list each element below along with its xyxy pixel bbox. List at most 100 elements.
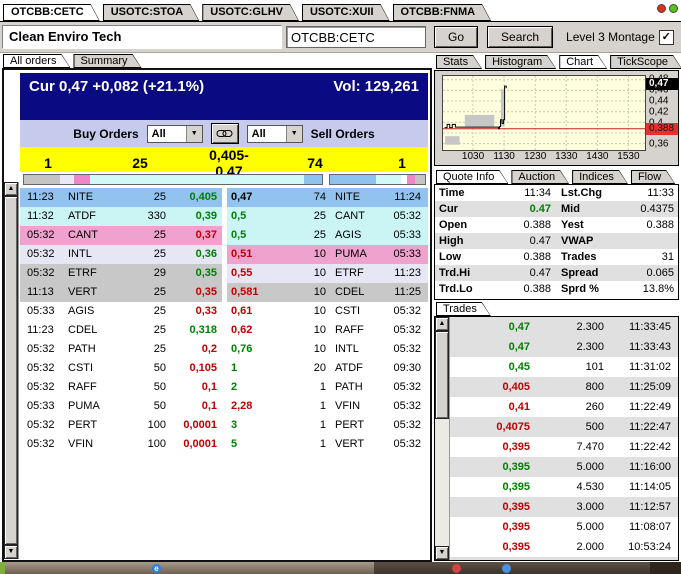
ask-cell[interactable]: 0,76 10 INTL 05:32 bbox=[227, 340, 428, 359]
symbol-input[interactable] bbox=[286, 26, 426, 48]
trade-time: 11:08:07 bbox=[628, 521, 671, 533]
chat-app-icon[interactable] bbox=[502, 564, 511, 573]
scroll-up-icon[interactable]: ▲ bbox=[435, 317, 449, 331]
y-axis-tick: 0,42 bbox=[649, 106, 669, 118]
order-book-row[interactable]: 11:13 VERT 25 0,35 0,581 10 CDEL 11:25 bbox=[20, 283, 428, 302]
order-book-row[interactable]: 05:32 VFIN 100 0,0001 5 1 VERT 05:32 bbox=[20, 435, 428, 454]
trades-tab[interactable]: Trades bbox=[436, 302, 491, 316]
order-book-row[interactable]: 05:32 CANT 25 0,37 0,5 25 AGIS 05:33 bbox=[20, 226, 428, 245]
analysis-tab[interactable]: TickScope bbox=[610, 55, 681, 69]
bid-cell[interactable]: 05:33 PUMA 50 0,1 bbox=[20, 397, 222, 416]
symbol-tab[interactable]: USOTC:STOA bbox=[103, 4, 200, 21]
orders-view-tab[interactable]: Summary bbox=[73, 54, 141, 68]
scroll-down-icon[interactable]: ▼ bbox=[4, 545, 18, 559]
ask-cell[interactable]: 0,51 10 PUMA 05:33 bbox=[227, 245, 428, 264]
bid-cell[interactable]: 05:32 VFIN 100 0,0001 bbox=[20, 435, 222, 454]
bid-cell[interactable]: 05:32 PERT 100 0,0001 bbox=[20, 416, 222, 435]
quote-tab[interactable]: Indices bbox=[572, 170, 628, 184]
order-book-row[interactable]: 05:33 AGIS 25 0,33 0,61 10 CSTI 05:32 bbox=[20, 302, 428, 321]
trade-row: 0,47 2.300 11:33:45 bbox=[450, 317, 678, 337]
order-book-row[interactable]: 11:32 ATDF 330 0,39 0,5 25 CANT 05:32 bbox=[20, 207, 428, 226]
bid-cell[interactable]: 05:32 PATH 25 0,2 bbox=[20, 340, 222, 359]
bid-cell[interactable]: 11:23 CDEL 25 0,318 bbox=[20, 321, 222, 340]
order-book-row[interactable]: 05:32 PATH 25 0,2 0,76 10 INTL 05:32 bbox=[20, 340, 428, 359]
ask-price: 0,61 bbox=[231, 305, 253, 317]
scroll-up-icon[interactable]: ▲ bbox=[4, 182, 18, 196]
order-book-row[interactable]: 05:32 CSTI 50 0,105 1 20 ATDF 09:30 bbox=[20, 359, 428, 378]
quote-info-panel: Time 11:34 Lst.Chg 11:33 Cur 0.47 Mid 0.… bbox=[434, 184, 679, 300]
book-scrollbar[interactable]: ▲ ▼ bbox=[4, 182, 19, 559]
ask-mm: CSTI bbox=[335, 305, 361, 317]
ask-size: 1 bbox=[319, 381, 326, 393]
scroll-down-icon[interactable]: ▼ bbox=[435, 546, 449, 560]
trades-scrollbar[interactable]: ▲ ▼ bbox=[435, 317, 450, 560]
order-book-row[interactable]: 05:32 INTL 25 0,36 0,51 10 PUMA 05:33 bbox=[20, 245, 428, 264]
trade-price: 0,395 bbox=[502, 461, 530, 473]
ask-cell[interactable]: 0,47 74 NITE 11:24 bbox=[227, 188, 428, 207]
bid-cell[interactable]: 05:33 AGIS 25 0,33 bbox=[20, 302, 222, 321]
ask-cell[interactable]: 2,28 1 VFIN 05:32 bbox=[227, 397, 428, 416]
order-book-row[interactable]: 11:23 NITE 25 0,405 0,47 74 NITE 11:24 bbox=[20, 188, 428, 207]
level3-montage-checkbox[interactable]: ✓ bbox=[658, 29, 674, 45]
browser-icon[interactable]: e bbox=[152, 564, 161, 573]
orders-view-tab[interactable]: All orders bbox=[3, 54, 70, 68]
bid-cell[interactable]: 05:32 CSTI 50 0,105 bbox=[20, 359, 222, 378]
media-app-icon[interactable] bbox=[452, 564, 461, 573]
ask-cell[interactable]: 0,61 10 CSTI 05:32 bbox=[227, 302, 428, 321]
trades-panel: ▲ ▼ 0,47 2.300 11:33:45 0,47 2.300 11:33… bbox=[434, 316, 679, 561]
bid-price: 0,35 bbox=[195, 286, 217, 298]
order-filter-row: Buy Orders All ▼ All ▼ Sell Orders bbox=[20, 120, 428, 147]
book-scrollbar-thumb[interactable] bbox=[4, 196, 18, 545]
analysis-tab[interactable]: Histogram bbox=[485, 55, 556, 69]
order-book-row[interactable]: 05:32 PERT 100 0,0001 3 1 PERT 05:32 bbox=[20, 416, 428, 435]
order-book-row[interactable]: 11:23 CDEL 25 0,318 0,62 10 RAFF 05:32 bbox=[20, 321, 428, 340]
trade-time: 11:22:47 bbox=[628, 421, 671, 433]
bid-cell[interactable]: 05:32 CANT 25 0,37 bbox=[20, 226, 222, 245]
link-filters-button[interactable] bbox=[210, 123, 239, 144]
bid-cell[interactable]: 05:32 RAFF 50 0,1 bbox=[20, 378, 222, 397]
bid-size: 25 bbox=[153, 286, 166, 298]
close-icon[interactable] bbox=[657, 4, 666, 13]
bid-cell[interactable]: 11:32 ATDF 330 0,39 bbox=[20, 207, 222, 226]
trades-scrollbar-track[interactable] bbox=[435, 419, 449, 546]
window-tab-strip: OTCBB:CETC USOTC:STOA USOTC:GLHV USOTC:X… bbox=[0, 0, 681, 22]
bid-cell[interactable]: 05:32 ETRF 29 0,35 bbox=[20, 264, 222, 283]
analysis-tab[interactable]: Stats bbox=[436, 55, 482, 69]
order-book-row[interactable]: 05:33 PUMA 50 0,1 2,28 1 VFIN 05:32 bbox=[20, 397, 428, 416]
ask-cell[interactable]: 3 1 PERT 05:32 bbox=[227, 416, 428, 435]
ask-cell[interactable]: 5 1 VERT 05:32 bbox=[227, 435, 428, 454]
buy-filter-select[interactable]: All ▼ bbox=[146, 124, 203, 143]
bid-cell[interactable]: 05:32 INTL 25 0,36 bbox=[20, 245, 222, 264]
symbol-tab[interactable]: USOTC:XUII bbox=[302, 4, 390, 21]
symbol-tab[interactable]: USOTC:GLHV bbox=[202, 4, 299, 21]
trades-scrollbar-thumb[interactable] bbox=[435, 331, 449, 419]
symbol-tab[interactable]: OTCBB:CETC bbox=[3, 4, 100, 21]
analysis-tab[interactable]: Chart bbox=[559, 55, 607, 69]
chevron-down-icon[interactable]: ▼ bbox=[285, 125, 302, 142]
chevron-down-icon[interactable]: ▼ bbox=[185, 125, 202, 142]
ask-time: 05:32 bbox=[393, 210, 421, 222]
start-edge-icon[interactable] bbox=[0, 562, 5, 574]
ask-cell[interactable]: 0,55 10 ETRF 11:23 bbox=[227, 264, 428, 283]
quote-tab[interactable]: Flow bbox=[631, 170, 675, 184]
quote-tab[interactable]: Quote Info bbox=[436, 170, 508, 184]
bid-cell[interactable]: 11:13 VERT 25 0,35 bbox=[20, 283, 222, 302]
minimize-icon[interactable] bbox=[669, 4, 678, 13]
sell-filter-select[interactable]: All ▼ bbox=[246, 124, 303, 143]
ask-cell[interactable]: 0,5 25 CANT 05:32 bbox=[227, 207, 428, 226]
order-book-row[interactable]: 05:32 ETRF 29 0,35 0,55 10 ETRF 11:23 bbox=[20, 264, 428, 283]
ask-cell[interactable]: 0,62 10 RAFF 05:32 bbox=[227, 321, 428, 340]
ask-cell[interactable]: 1 20 ATDF 09:30 bbox=[227, 359, 428, 378]
ask-price: 0,62 bbox=[231, 324, 253, 336]
price-chart-svg bbox=[443, 76, 645, 150]
order-book-row[interactable]: 05:32 RAFF 50 0,1 2 1 PATH 05:32 bbox=[20, 378, 428, 397]
search-button[interactable]: Search bbox=[487, 26, 554, 48]
ask-cell[interactable]: 0,5 25 AGIS 05:33 bbox=[227, 226, 428, 245]
go-button[interactable]: Go bbox=[434, 26, 479, 48]
depth-segment bbox=[59, 175, 74, 184]
ask-cell[interactable]: 0,581 10 CDEL 11:25 bbox=[227, 283, 428, 302]
bid-cell[interactable]: 11:23 NITE 25 0,405 bbox=[20, 188, 222, 207]
quote-tab[interactable]: Auction bbox=[511, 170, 569, 184]
symbol-tab[interactable]: OTCBB:FNMA bbox=[393, 4, 492, 21]
ask-cell[interactable]: 2 1 PATH 05:32 bbox=[227, 378, 428, 397]
